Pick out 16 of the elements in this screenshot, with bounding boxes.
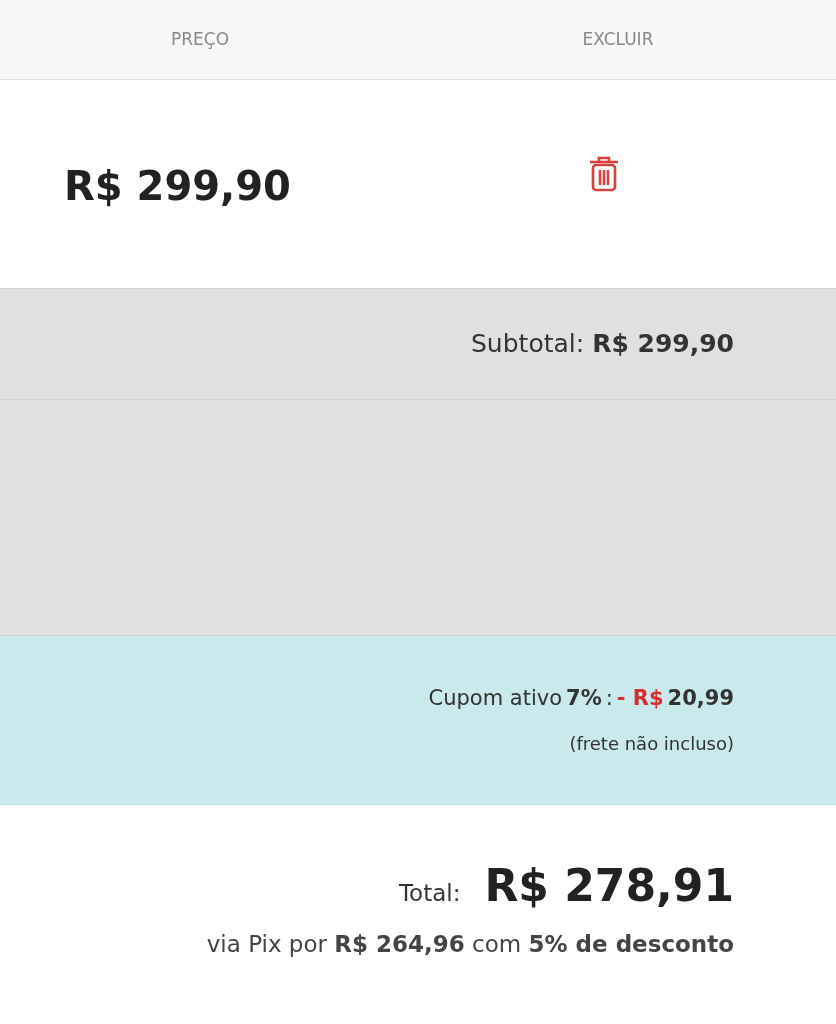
subtotal-label: Subtotal: bbox=[471, 328, 585, 361]
discount-amount: 20,99 bbox=[667, 684, 734, 712]
subtotal-value: R$ 299,90 bbox=[592, 328, 734, 361]
separator: : bbox=[605, 684, 613, 712]
price: R$ 299,90 bbox=[64, 163, 291, 209]
coupon-percent: 7% bbox=[566, 684, 602, 712]
trash-icon bbox=[588, 156, 620, 192]
total-value: R$ 278,91 bbox=[484, 859, 734, 913]
column-header: PREÇO bbox=[170, 28, 230, 49]
shipping-note: (frete não incluso) bbox=[569, 732, 734, 757]
discount-prefix: - R$ bbox=[616, 684, 664, 712]
coupon-label: Cupom ativo bbox=[428, 684, 562, 712]
column-header: EXCLUIR bbox=[582, 28, 654, 49]
total-label: Total: bbox=[398, 879, 461, 908]
pix-offer: via Pix por R$ 264,96 com 5% de desconto bbox=[206, 930, 734, 959]
delete-button[interactable] bbox=[588, 156, 620, 192]
